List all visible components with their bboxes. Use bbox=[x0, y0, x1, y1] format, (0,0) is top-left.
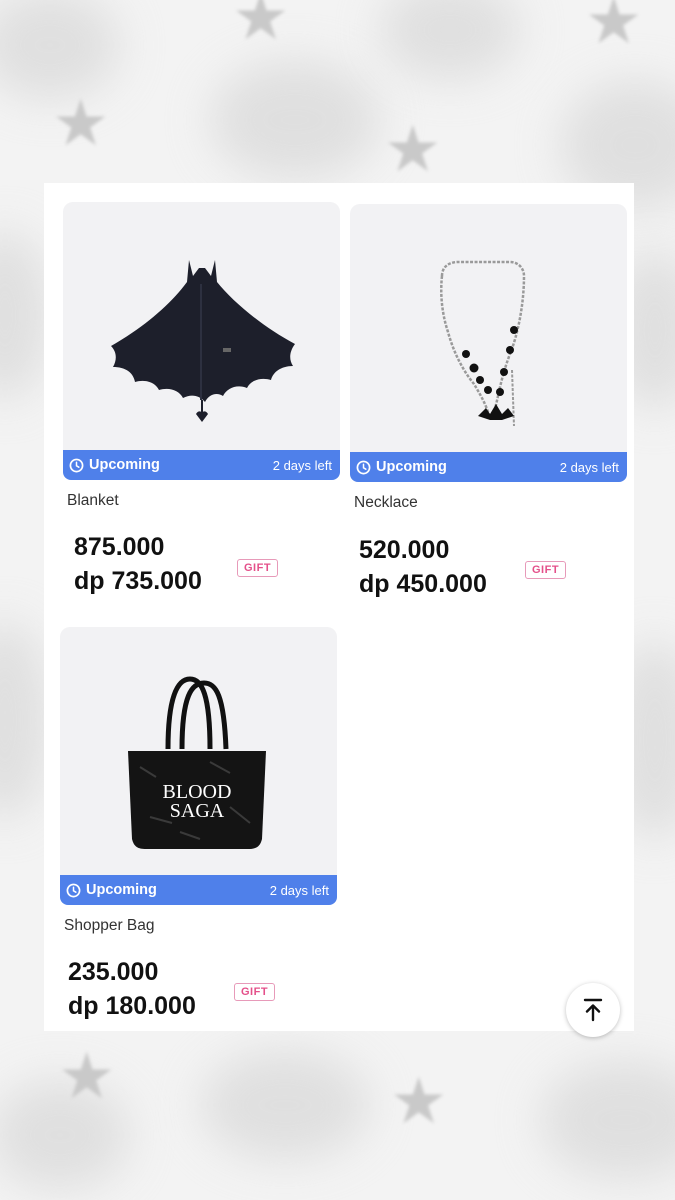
product-price: 235.000 bbox=[68, 958, 159, 986]
bag-print-line2: SAGA bbox=[170, 800, 225, 822]
product-price: 875.000 bbox=[74, 533, 165, 561]
product-name: Shopper Bag bbox=[64, 917, 155, 934]
product-image[interactable] bbox=[63, 202, 340, 450]
status-bar: Upcoming 2 days left bbox=[60, 875, 337, 905]
arrow-up-to-top-icon bbox=[583, 998, 603, 1022]
status-label: Upcoming bbox=[86, 882, 157, 898]
product-card-shopper-bag[interactable]: BLOOD SAGA Upcoming 2 days left Shopper … bbox=[60, 627, 337, 1027]
star-decoration: ★ bbox=[585, 0, 643, 59]
time-left: 2 days left bbox=[559, 459, 619, 475]
product-name: Blanket bbox=[67, 492, 119, 509]
clock-icon bbox=[69, 458, 84, 472]
product-price: 520.000 bbox=[359, 536, 450, 564]
product-dp-price: dp 735.000 bbox=[74, 567, 202, 595]
time-left: 2 days left bbox=[269, 882, 329, 898]
status-label: Upcoming bbox=[89, 457, 160, 473]
black-tote-bag-image: BLOOD SAGA bbox=[128, 676, 266, 849]
star-decoration: ★ bbox=[52, 87, 110, 161]
star-decoration: ★ bbox=[58, 1040, 116, 1114]
scroll-to-top-button[interactable] bbox=[566, 983, 620, 1037]
status-bar: Upcoming 2 days left bbox=[63, 450, 340, 480]
product-name: Necklace bbox=[354, 494, 418, 511]
clock-icon bbox=[356, 460, 371, 474]
product-card-necklace[interactable]: Upcoming 2 days left Necklace 520.000 dp… bbox=[350, 204, 627, 614]
star-decoration: ★ bbox=[390, 1065, 448, 1139]
time-left: 2 days left bbox=[272, 457, 332, 473]
product-image[interactable] bbox=[350, 204, 627, 452]
gift-badge: GIFT bbox=[237, 559, 279, 577]
status-label: Upcoming bbox=[376, 459, 447, 475]
star-decoration: ★ bbox=[384, 113, 442, 187]
product-dp-price: dp 180.000 bbox=[68, 992, 196, 1020]
beaded-chain-necklace-image bbox=[440, 260, 526, 427]
bat-cape-blanket-image bbox=[111, 260, 295, 422]
product-grid-panel: Upcoming 2 days left Blanket 875.000 dp … bbox=[44, 183, 634, 1031]
star-decoration: ★ bbox=[232, 0, 290, 55]
status-bar: Upcoming 2 days left bbox=[350, 452, 627, 482]
gift-badge: GIFT bbox=[234, 983, 276, 1001]
gift-badge: GIFT bbox=[525, 561, 567, 579]
product-dp-price: dp 450.000 bbox=[359, 570, 487, 598]
product-image[interactable]: BLOOD SAGA bbox=[60, 627, 337, 875]
clock-icon bbox=[66, 883, 81, 897]
product-card-blanket[interactable]: Upcoming 2 days left Blanket 875.000 dp … bbox=[63, 202, 340, 612]
